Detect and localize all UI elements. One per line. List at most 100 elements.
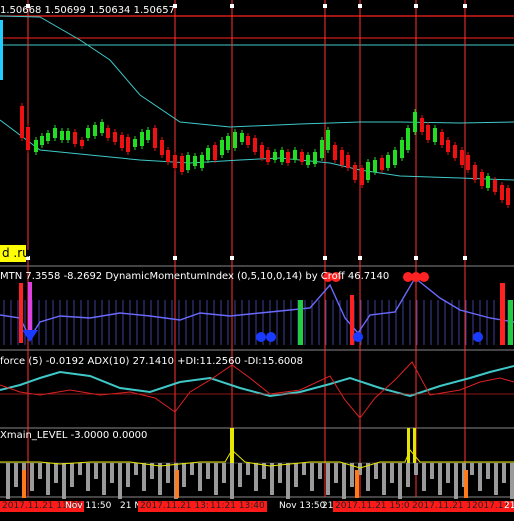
candle-body (73, 132, 77, 144)
candle-body (260, 145, 264, 158)
level-bar (294, 463, 298, 487)
level-bar (246, 463, 250, 475)
candle-body (346, 155, 350, 168)
level-bar (502, 463, 506, 483)
level-spike-bar (413, 428, 416, 463)
candle-body (473, 165, 477, 180)
time-axis-label: 2017.11.21 15:05 (333, 501, 418, 512)
marker-handle (358, 4, 362, 8)
level-orange-bar (464, 470, 468, 498)
level-bar (366, 463, 370, 491)
marker-handle (414, 4, 418, 8)
candle-body (300, 152, 304, 162)
candle-body (106, 128, 110, 138)
circle-marker-icon (266, 332, 276, 342)
candle-body (140, 132, 144, 146)
candle-body (373, 160, 377, 172)
up-arrow-icon (22, 330, 38, 342)
candle-body (340, 150, 344, 165)
level-bar (134, 463, 138, 475)
candle-body (460, 150, 464, 165)
level-bar (230, 463, 234, 499)
candle-body (120, 135, 124, 148)
candle-body (26, 127, 30, 150)
candle-body (53, 128, 57, 138)
level-bar (86, 463, 90, 491)
candle-body (393, 150, 397, 165)
level-bar (222, 463, 226, 483)
candle-body (160, 140, 164, 155)
candle-body (113, 132, 117, 142)
candle-body (200, 155, 204, 168)
candle-body (280, 150, 284, 162)
candle-body (186, 155, 190, 170)
level-orange-bar (355, 470, 359, 498)
level-orange-bar (22, 470, 26, 498)
candle-body (380, 158, 384, 170)
time-axis-label: Nov 11:50 (65, 501, 112, 511)
candle-body (286, 152, 290, 163)
level-bar (398, 463, 402, 499)
candle-body (193, 156, 197, 166)
marker-handle (230, 4, 234, 8)
candle-body (253, 138, 257, 152)
price-header: 1.50668 1.50699 1.50634 1.50657 (0, 5, 175, 16)
level-bar (390, 463, 394, 483)
level-bar (238, 463, 242, 487)
candle-body (60, 131, 64, 140)
candle-body (226, 136, 230, 150)
candle-body (80, 140, 84, 146)
candle-body (320, 140, 324, 158)
level-spike-bar (407, 428, 410, 463)
candle-body (453, 145, 457, 158)
chart-canvas[interactable] (0, 0, 514, 521)
candle-body (360, 168, 364, 185)
upper-band (0, 15, 514, 128)
level-bar (310, 463, 314, 491)
level-bar (54, 463, 58, 483)
circle-marker-icon (419, 272, 429, 282)
level-bar (102, 463, 106, 495)
candle-body (180, 156, 184, 172)
level-orange-bar (175, 470, 179, 498)
level-bar (46, 463, 50, 495)
level-bar (14, 463, 18, 487)
level-bar (166, 463, 170, 483)
level-bar (302, 463, 306, 475)
level-bar (142, 463, 146, 491)
candle-body (313, 152, 317, 164)
level-bar (30, 463, 34, 491)
candle-body (446, 140, 450, 152)
level-bar (94, 463, 98, 479)
level-bar (318, 463, 322, 479)
time-axis-label: 21 (504, 501, 514, 511)
level-bar (374, 463, 378, 479)
dmi-bar (298, 300, 303, 345)
candle-body (426, 125, 430, 140)
candle-body (306, 155, 310, 165)
candle-body (440, 132, 444, 145)
level-bar (70, 463, 74, 487)
level-bar (158, 463, 162, 495)
candle-body (353, 165, 357, 180)
candle-body (100, 122, 104, 133)
level-bar (470, 463, 474, 475)
candle-body (386, 155, 390, 168)
dmi-line (0, 276, 514, 340)
dmi-bar (19, 283, 23, 343)
marker-handle (173, 256, 177, 260)
candle-body (34, 140, 38, 152)
circle-marker-icon (353, 332, 363, 342)
level-bar (62, 463, 66, 499)
level-bar (254, 463, 258, 491)
candle-body (466, 155, 470, 170)
marker-handle (323, 4, 327, 8)
marker-handle (463, 256, 467, 260)
candle-body (420, 118, 424, 132)
level-bar (6, 463, 10, 499)
candle-body (20, 106, 24, 138)
candle-body (153, 128, 157, 148)
level-bar (350, 463, 354, 487)
level-bar (430, 463, 434, 479)
level-bar (326, 463, 330, 495)
